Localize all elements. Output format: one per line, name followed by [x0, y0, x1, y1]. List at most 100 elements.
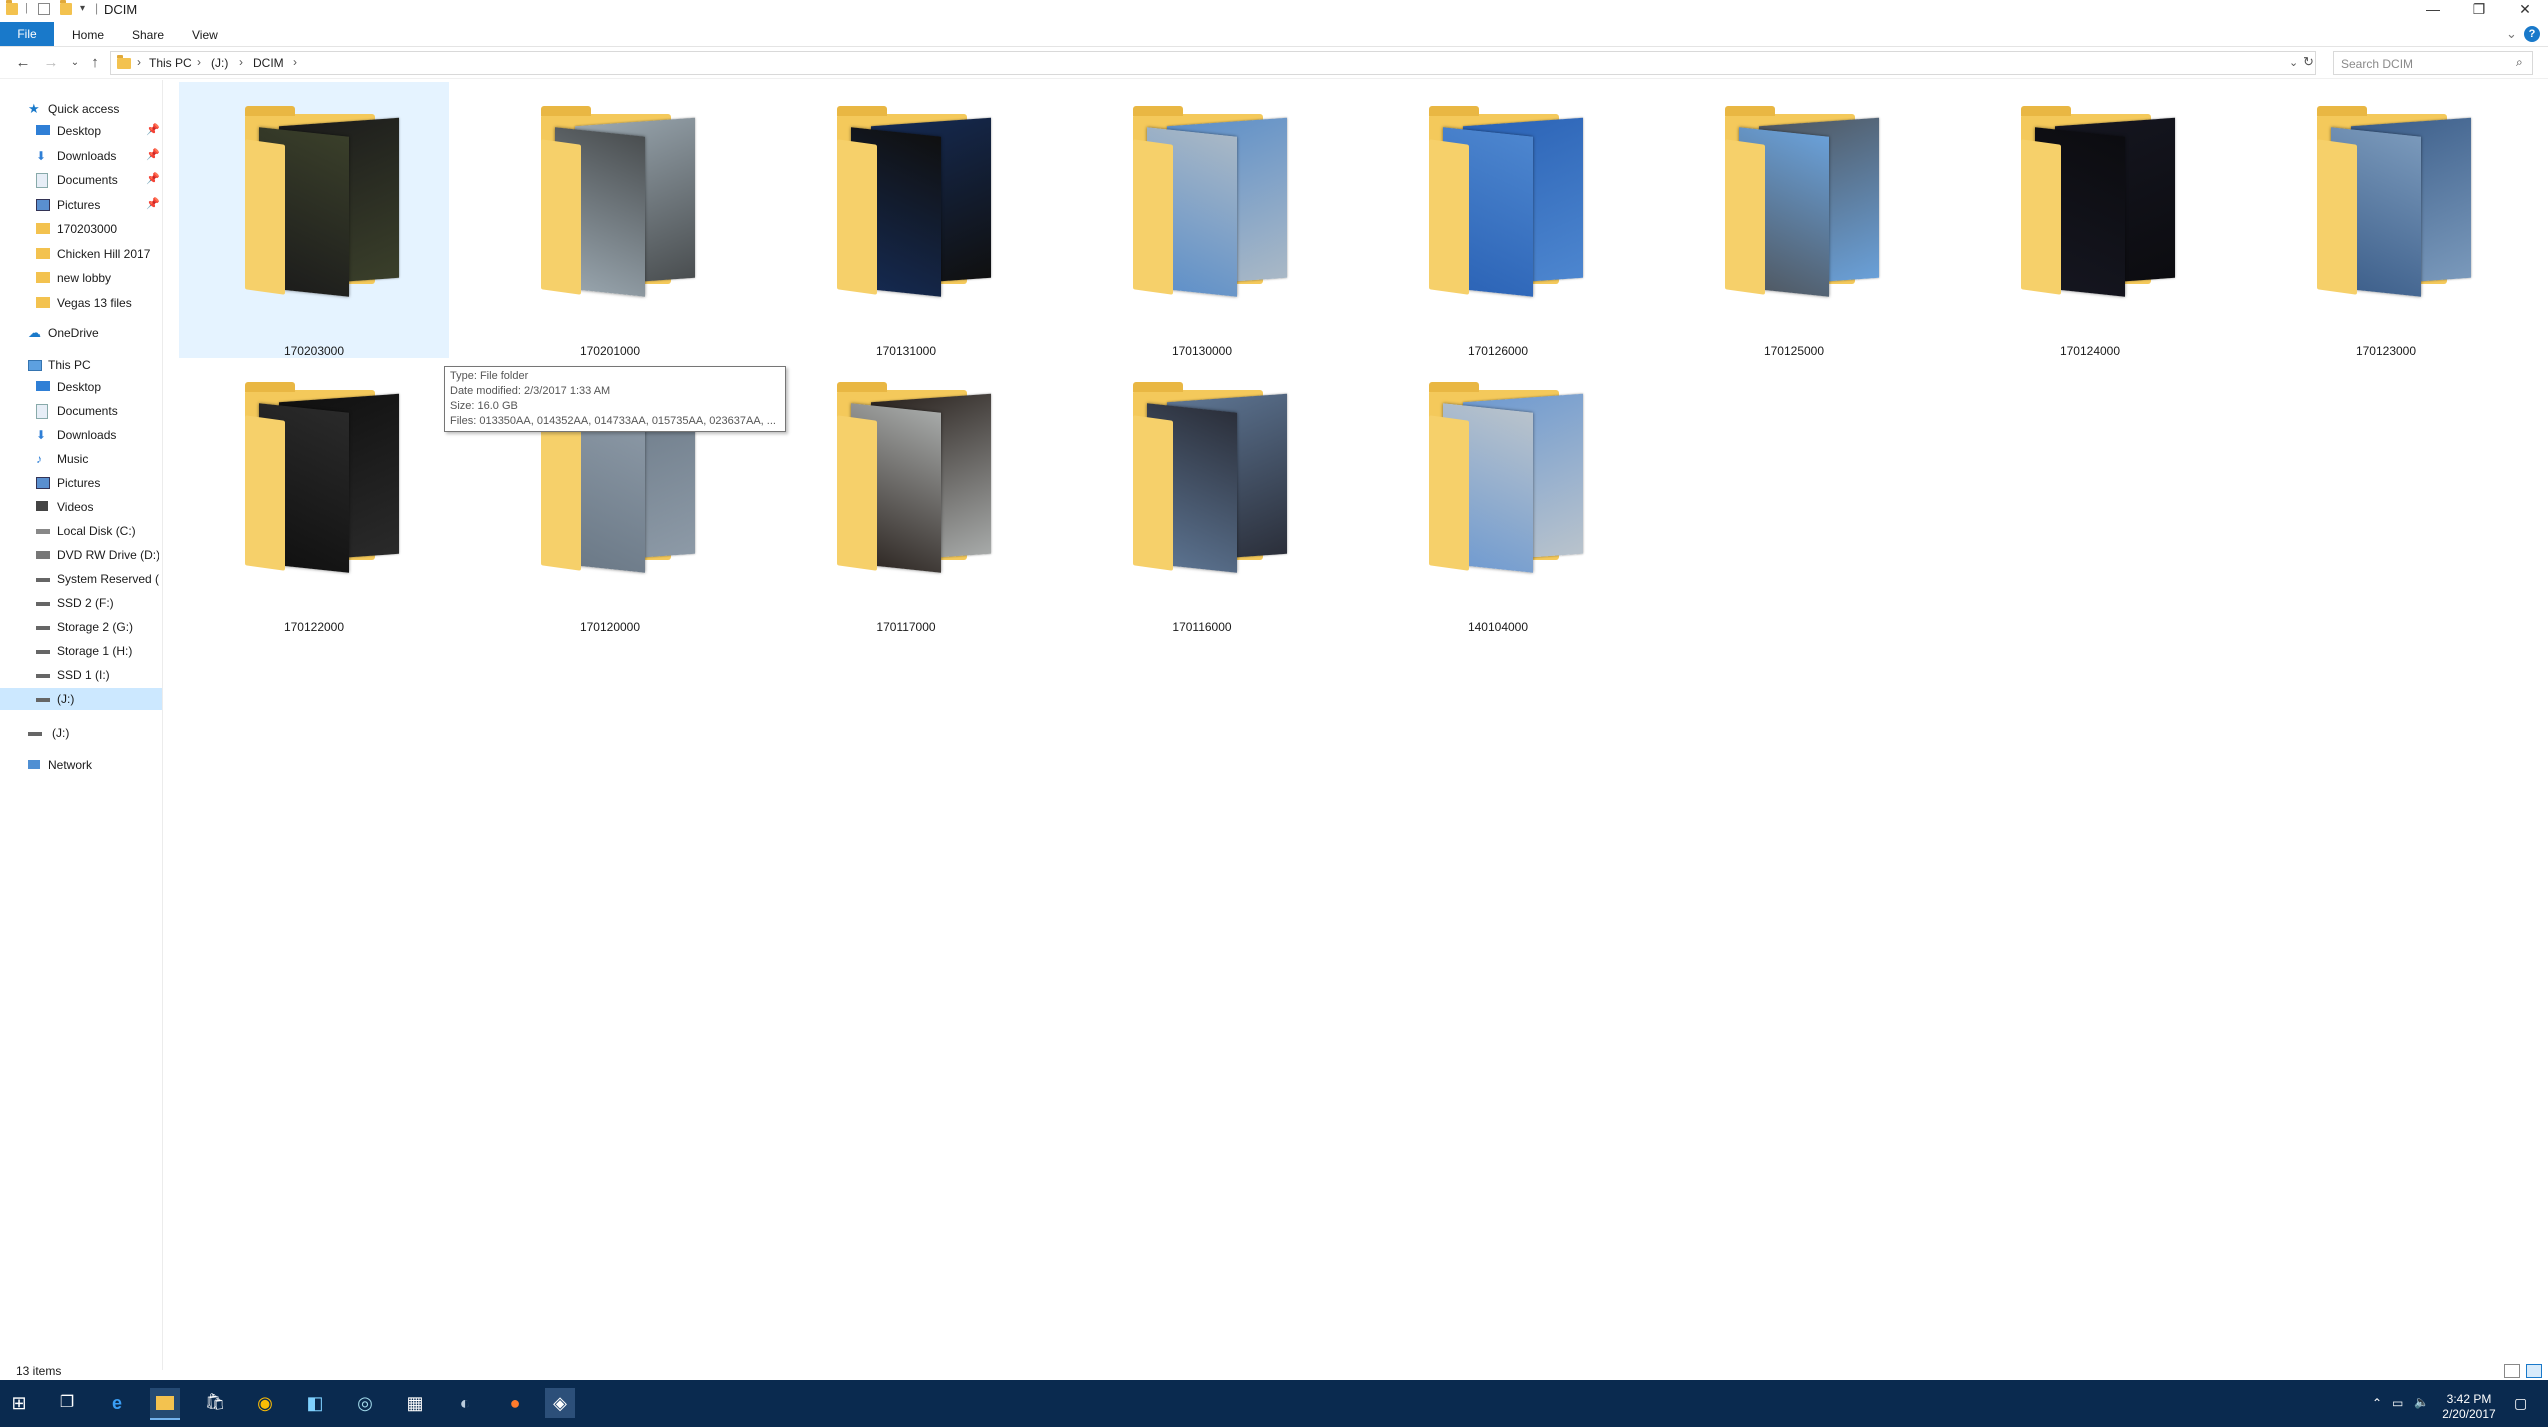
- nav-pc-item[interactable]: SSD 2 (F:): [0, 592, 162, 614]
- nav-pc-item[interactable]: Local Disk (C:): [0, 520, 162, 542]
- app-icon[interactable]: ●: [500, 1388, 530, 1418]
- nav-pc-item[interactable]: Storage 2 (G:): [0, 616, 162, 638]
- nav-quick-item[interactable]: Desktop 📌: [0, 120, 162, 142]
- nav-quick-item[interactable]: Vegas 13 files: [0, 292, 162, 314]
- nav-quick-item[interactable]: ⬇ Downloads 📌: [0, 145, 162, 167]
- folder-item[interactable]: 170122000: [179, 358, 449, 634]
- nav-pc-item[interactable]: SSD 1 (I:): [0, 664, 162, 686]
- close-button[interactable]: ✕: [2502, 0, 2548, 20]
- back-icon[interactable]: ←: [12, 52, 34, 74]
- action-center-icon[interactable]: ▢: [2514, 1395, 2527, 1412]
- search-input[interactable]: Search DCIM: [2341, 57, 2413, 71]
- forward-icon[interactable]: →: [40, 52, 62, 74]
- nav-pc-item[interactable]: Desktop: [0, 376, 162, 398]
- nav-pc-item[interactable]: Pictures: [0, 472, 162, 494]
- tab-file[interactable]: File: [0, 22, 54, 46]
- properties-icon[interactable]: [38, 3, 50, 15]
- tooltip-modified: Date modified: 2/3/2017 1:33 AM: [450, 385, 611, 397]
- crumb-separator-icon[interactable]: ›: [293, 55, 297, 69]
- nav-pc-item[interactable]: (J:): [0, 688, 162, 710]
- ribbon-expand-icon[interactable]: ⌄: [2506, 26, 2517, 42]
- nav-quick-access[interactable]: ★ Quick access: [0, 98, 162, 120]
- nav-pc-item[interactable]: ⬇ Downloads: [0, 424, 162, 446]
- pin-icon[interactable]: 📌: [146, 197, 160, 210]
- store-icon[interactable]: 🛍: [200, 1388, 230, 1418]
- crumb-this-pc[interactable]: This PC: [149, 56, 192, 70]
- drive-icon: [28, 732, 42, 736]
- folder-item[interactable]: 170125000: [1659, 82, 1929, 358]
- folder-item[interactable]: 140104000: [1363, 358, 1633, 634]
- folder-icon: [36, 272, 50, 283]
- file-explorer-icon[interactable]: [150, 1388, 180, 1420]
- folder-item[interactable]: 170130000: [1067, 82, 1337, 358]
- nav-quick-item[interactable]: 170203000: [0, 218, 162, 240]
- refresh-icon[interactable]: ↻: [2303, 54, 2314, 70]
- minimize-button[interactable]: —: [2410, 0, 2456, 20]
- nav-this-pc[interactable]: This PC: [0, 354, 162, 376]
- nav-onedrive[interactable]: ☁ OneDrive: [0, 322, 162, 344]
- folder-item[interactable]: 170131000: [771, 82, 1041, 358]
- steam-icon[interactable]: ◈: [545, 1388, 575, 1418]
- start-icon[interactable]: ⊞: [4, 1388, 34, 1418]
- pin-icon[interactable]: 📌: [146, 148, 160, 161]
- search-icon[interactable]: ⌕: [2516, 55, 2523, 70]
- edge-icon[interactable]: e: [102, 1388, 132, 1418]
- nav-quick-item[interactable]: new lobby: [0, 267, 162, 289]
- nav-quick-item[interactable]: Chicken Hill 2017: [0, 243, 162, 265]
- clock-time: 3:42 PM: [2446, 1392, 2492, 1406]
- app-icon[interactable]: ◐: [450, 1388, 480, 1418]
- crumb-j-drive[interactable]: (J:): [211, 56, 228, 70]
- address-dropdown-icon[interactable]: ⌄: [2289, 56, 2298, 69]
- details-view-icon[interactable]: [2504, 1364, 2520, 1378]
- calculator-icon[interactable]: ▦: [400, 1388, 430, 1418]
- tray-overflow-icon[interactable]: ⌃: [2372, 1396, 2382, 1410]
- folder-item[interactable]: 170117000: [771, 358, 1041, 634]
- volume-icon[interactable]: 🔈: [2414, 1395, 2429, 1409]
- restore-button[interactable]: ❐: [2456, 0, 2502, 20]
- nav-pc-item[interactable]: ♪ Music: [0, 448, 162, 470]
- customize-toolbar-icon[interactable]: ▾: [80, 3, 85, 14]
- up-icon[interactable]: ↑: [84, 52, 106, 74]
- pin-icon[interactable]: 📌: [146, 123, 160, 136]
- folder-item[interactable]: 170203000: [179, 82, 449, 358]
- new-folder-icon[interactable]: [60, 0, 72, 15]
- folder-item[interactable]: 170201000: [475, 82, 745, 358]
- system-clock[interactable]: 3:42 PM 2/20/2017: [2434, 1392, 2504, 1422]
- nav-pc-item[interactable]: DVD RW Drive (D:) \: [0, 544, 162, 566]
- folder-name: 170116000: [1172, 620, 1232, 634]
- downloads-icon: ⬇: [36, 428, 47, 442]
- tab-share[interactable]: Share: [120, 25, 176, 45]
- address-bar[interactable]: › This PC › (J:) › DCIM › ⌄ ↻: [110, 51, 2316, 75]
- pin-icon[interactable]: 📌: [146, 172, 160, 185]
- help-icon[interactable]: ?: [2524, 26, 2540, 42]
- network-tray-icon[interactable]: ▭: [2392, 1396, 2403, 1410]
- tab-view[interactable]: View: [180, 25, 230, 45]
- task-view-icon[interactable]: ❐: [52, 1388, 82, 1418]
- chrome-icon[interactable]: ◉: [250, 1388, 280, 1418]
- nav-quick-item[interactable]: Documents 📌: [0, 169, 162, 191]
- nav-j-drive[interactable]: (J:): [0, 722, 162, 744]
- crumb-separator-icon[interactable]: ›: [239, 55, 243, 69]
- nav-pc-item[interactable]: System Reserved (E:: [0, 568, 162, 590]
- app-icon[interactable]: ◧: [300, 1388, 330, 1418]
- crumb-separator-icon[interactable]: ›: [197, 55, 201, 69]
- app-icon[interactable]: ◎: [350, 1388, 380, 1418]
- large-icons-view-icon[interactable]: [2526, 1364, 2542, 1378]
- status-bar: 13 items: [0, 1362, 2548, 1380]
- recent-locations-icon[interactable]: ⌄: [64, 52, 86, 74]
- nav-pc-item[interactable]: Videos: [0, 496, 162, 518]
- nav-network[interactable]: Network: [0, 754, 162, 776]
- nav-quick-item[interactable]: Pictures 📌: [0, 194, 162, 216]
- folder-item[interactable]: 170126000: [1363, 82, 1633, 358]
- tab-home[interactable]: Home: [60, 25, 116, 45]
- folder-item[interactable]: 170116000: [1067, 358, 1337, 634]
- crumb-separator-icon[interactable]: ›: [137, 55, 141, 69]
- nav-pc-item[interactable]: Documents: [0, 400, 162, 422]
- folder-item[interactable]: 170123000: [2251, 82, 2521, 358]
- crumb-dcim[interactable]: DCIM: [253, 56, 284, 70]
- folder-item[interactable]: 170124000: [1955, 82, 2225, 358]
- search-box[interactable]: Search DCIM ⌕: [2333, 51, 2533, 75]
- ribbon: [0, 22, 2548, 47]
- pictures-icon: [36, 198, 50, 211]
- nav-pc-item[interactable]: Storage 1 (H:): [0, 640, 162, 662]
